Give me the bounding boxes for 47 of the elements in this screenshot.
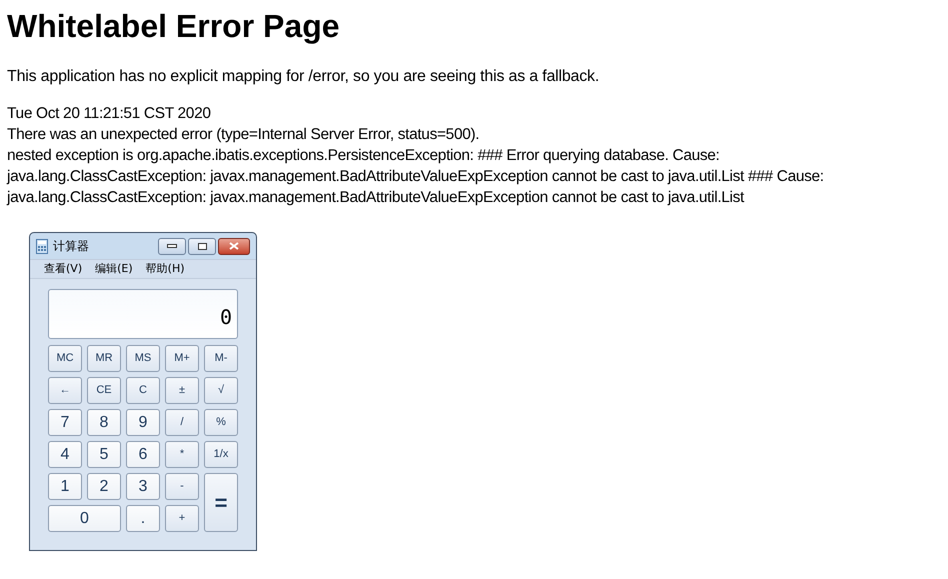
minimize-icon (167, 244, 177, 248)
maximize-icon (198, 242, 206, 250)
calculator-key[interactable]: C (126, 377, 160, 404)
error-detail-line: java.lang.ClassCastException: javax.management.BadAttributeValueExpException cannot be cast to java.util.List ### Cause: (7, 167, 825, 187)
calculator-icon (36, 238, 48, 254)
minimize-button[interactable] (158, 238, 186, 254)
calculator-key[interactable]: CE (87, 377, 121, 404)
error-detail-line: There was an unexpected error (type=Internal Server Error, status=500). (7, 125, 480, 145)
calculator-key[interactable]: 2 (87, 473, 121, 500)
calculator-key[interactable]: MS (126, 345, 160, 372)
calculator-key[interactable]: M- (204, 345, 238, 372)
menu-item[interactable]: 帮助(H) (146, 260, 185, 278)
menu-item[interactable]: 查看(V) (44, 260, 82, 278)
calculator-key[interactable]: 9 (126, 409, 160, 436)
calculator-key[interactable]: 4 (48, 441, 82, 468)
error-detail-line: Tue Oct 20 11:21:51 CST 2020 (7, 104, 212, 124)
calculator-key[interactable]: = (204, 473, 238, 532)
calculator-key[interactable]: 8 (87, 409, 121, 436)
calculator-key[interactable]: ← (48, 377, 82, 404)
calculator-key[interactable]: 6 (126, 441, 160, 468)
calculator-key[interactable]: . (126, 505, 160, 532)
maximize-button[interactable] (188, 238, 216, 254)
calculator-key[interactable]: 7 (48, 409, 82, 436)
intro-text: This application has no explicit mapping for /error, so you are seeing this as a fallback. (7, 67, 600, 87)
calculator-key[interactable]: * (165, 441, 199, 468)
page-title: Whitelabel Error Page (7, 7, 341, 46)
calculator-key[interactable]: % (204, 409, 238, 436)
calculator-key[interactable]: 1/x (204, 441, 238, 468)
calculator-key[interactable]: + (165, 505, 199, 532)
calculator-key[interactable]: 5 (87, 441, 121, 468)
calculator-key[interactable]: ± (165, 377, 199, 404)
calculator-key[interactable]: / (165, 409, 199, 436)
calculator-key[interactable]: - (165, 473, 199, 500)
calculator-key[interactable]: 0 (48, 505, 121, 532)
error-detail-line: java.lang.ClassCastException: javax.management.BadAttributeValueExpException cannot be cast to java.util.List (7, 188, 746, 208)
window-title: 计算器 (53, 238, 89, 255)
calculator-key[interactable]: M+ (165, 345, 199, 372)
close-button[interactable] (218, 238, 250, 254)
calculator-key[interactable]: MC (48, 345, 82, 372)
calculator-key[interactable]: √ (204, 377, 238, 404)
calculator-key[interactable]: 1 (48, 473, 82, 500)
display-value: 0 (220, 304, 232, 331)
close-icon (229, 242, 239, 250)
menu-item[interactable]: 编辑(E) (95, 260, 133, 278)
error-detail-line: nested exception is org.apache.ibatis.exceptions.PersistenceException: ### Error querying database. Cause: (7, 146, 721, 166)
calculator-key[interactable]: MR (87, 345, 121, 372)
calculator-key[interactable]: 3 (126, 473, 160, 500)
